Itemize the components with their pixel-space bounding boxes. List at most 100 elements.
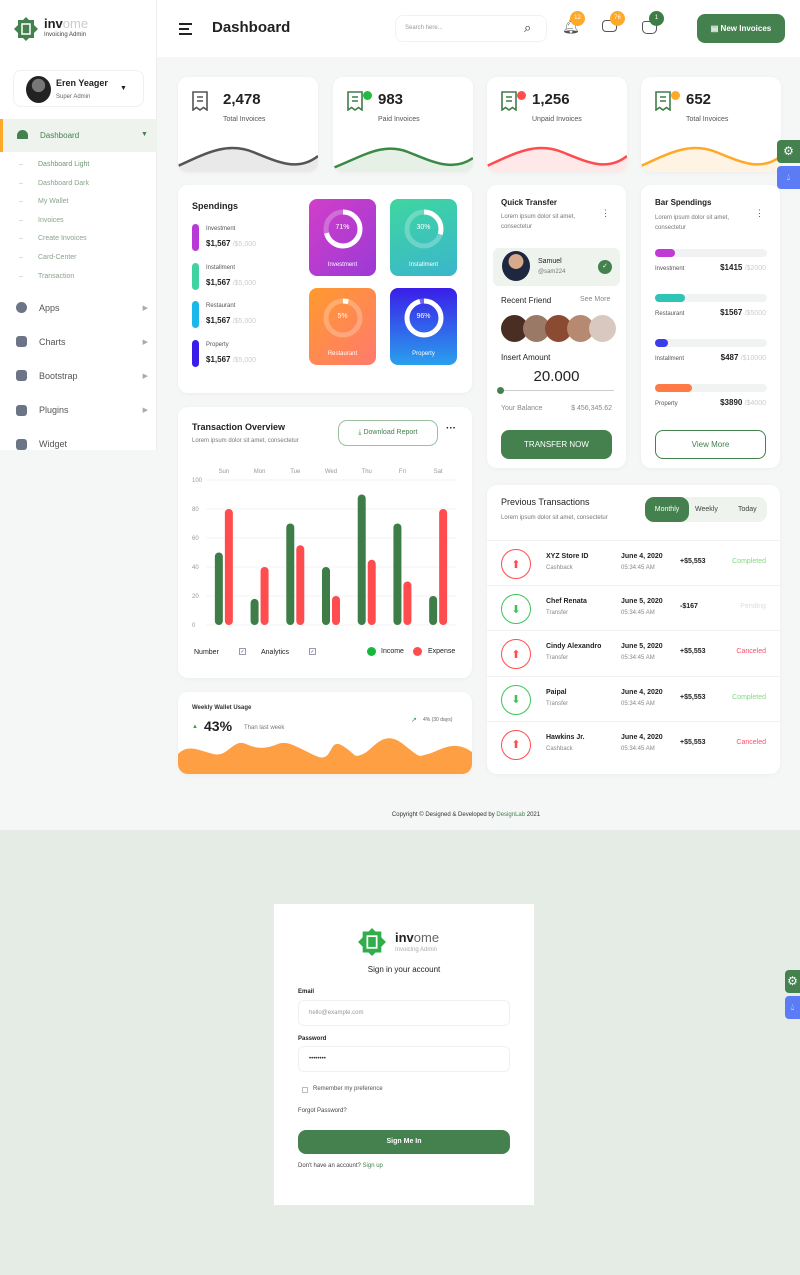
sidebar-subitem-label: Transaction bbox=[38, 272, 75, 280]
x-tick-label: Mon bbox=[254, 469, 266, 475]
bar-income bbox=[214, 552, 223, 625]
transaction-name: Paipal bbox=[546, 688, 567, 696]
transaction-status: Completed bbox=[732, 693, 766, 701]
dashboard-page: invome Invoicing Admin Eren Yeager Super… bbox=[0, 0, 800, 830]
receipt-icon bbox=[192, 91, 208, 111]
selected-contact[interactable]: Samuel @sam224 ✓ bbox=[493, 248, 620, 286]
search-input[interactable]: Search here... ⌕ bbox=[395, 15, 547, 42]
user-check-icon bbox=[16, 438, 27, 450]
tile-label: Installment bbox=[408, 262, 438, 268]
sidebar-item-bootstrap[interactable]: Bootstrap ▶ bbox=[16, 370, 148, 382]
spending-tile-restaurant[interactable]: 5% Restaurant bbox=[309, 288, 376, 365]
download-report-button[interactable]: ⤓ Download Report bbox=[338, 420, 438, 446]
remember-checkbox[interactable] bbox=[302, 1087, 308, 1093]
progress-fill bbox=[655, 249, 676, 257]
sidebar-item-apps[interactable]: Apps ▶ bbox=[16, 302, 148, 313]
tab-weekly[interactable]: Weekly bbox=[695, 497, 718, 522]
transaction-row[interactable]: ⬇ Paipal Transfer June 4, 2020 05:34:45 AM +$… bbox=[487, 675, 780, 721]
bar-spending-label: Investment bbox=[655, 266, 685, 272]
progress-track bbox=[655, 249, 767, 257]
more-horizontal-icon[interactable]: ··· bbox=[446, 423, 456, 434]
progress-track bbox=[655, 339, 767, 347]
transaction-time: 05:34:45 AM bbox=[621, 700, 655, 707]
signup-link[interactable]: Sign up bbox=[363, 1163, 383, 1169]
forgot-password-link[interactable]: Forgot Password? bbox=[298, 1108, 347, 1114]
spending-tile-investment[interactable]: 71% Investment bbox=[309, 199, 376, 276]
amount-slider[interactable] bbox=[497, 387, 614, 394]
stat-value: 652 bbox=[686, 91, 712, 108]
stat-wave bbox=[333, 147, 473, 172]
transaction-row[interactable]: ⬆ Hawkins Jr. Cashback June 4, 2020 05:34:45… bbox=[487, 720, 780, 766]
contact-name: Samuel bbox=[538, 258, 562, 265]
income-legend-label: Income bbox=[381, 648, 404, 655]
stat-label: Paid Invoices bbox=[378, 116, 420, 123]
sidebar-item-label: Dashboard bbox=[40, 131, 80, 140]
bar-expense bbox=[367, 559, 376, 625]
view-more-button[interactable]: View More bbox=[655, 430, 766, 459]
card-title: Quick Transfer bbox=[501, 198, 558, 207]
search-icon[interactable]: ⌕ bbox=[524, 20, 531, 36]
signup-prompt-text: Don't have an account? bbox=[298, 1163, 361, 1169]
spending-tile-installment[interactable]: 30% Installment bbox=[390, 199, 457, 276]
previous-transactions-card: Previous Transactions Lorem ipsum dolor … bbox=[487, 485, 780, 774]
theme-drop-icon[interactable]: 💧︎ bbox=[777, 166, 800, 189]
number-checkbox[interactable]: ✓ bbox=[239, 648, 246, 655]
transfer-now-button[interactable]: TRANSFER NOW bbox=[501, 430, 612, 459]
notification-badge: 12 bbox=[570, 11, 585, 26]
sidebar-item-charts[interactable]: Charts ▶ bbox=[16, 336, 148, 348]
slider-handle[interactable] bbox=[497, 387, 504, 394]
sidebar-item-plugins[interactable]: Plugins ▶ bbox=[16, 404, 148, 416]
spending-color-bar bbox=[192, 262, 199, 290]
y-tick-label: 80 bbox=[192, 507, 199, 513]
receipt-icon bbox=[501, 91, 517, 111]
spending-label: Property bbox=[206, 341, 229, 348]
transaction-status: Completed bbox=[732, 558, 766, 565]
stat-value: 2,478 bbox=[223, 91, 261, 108]
transaction-row[interactable]: ⬇ Chef Renata Transfer June 5, 2020 05:34:45… bbox=[487, 585, 780, 630]
email-field[interactable]: hello@example.com bbox=[298, 1000, 510, 1026]
transaction-amount: -$167 bbox=[680, 603, 698, 611]
amount-value[interactable]: 20.000 bbox=[487, 368, 626, 385]
sidebar-item-label: Charts bbox=[39, 336, 66, 347]
sidebar-item-dashboard[interactable]: Dashboard ▼ bbox=[0, 119, 157, 152]
transaction-amount: +$5,553 bbox=[680, 738, 706, 746]
transaction-row[interactable]: ⬆ XYZ Store ID Cashback June 4, 2020 05:34:4… bbox=[487, 540, 780, 585]
balance-label: Your Balance bbox=[501, 405, 543, 412]
progress-fill bbox=[655, 339, 669, 347]
user-profile-dropdown[interactable]: Eren Yeager Super Admin ▼ bbox=[13, 70, 144, 107]
more-vertical-icon[interactable]: ⋮ bbox=[601, 208, 610, 219]
transaction-row[interactable]: ⬆ Cindy Alexandro Transfer June 5, 2020 05:3… bbox=[487, 630, 780, 675]
settings-gear-icon[interactable]: ⚙ bbox=[777, 140, 800, 163]
tile-percent: 30% bbox=[416, 224, 431, 231]
menu-toggle-icon[interactable] bbox=[179, 23, 192, 35]
transaction-status: Canceled bbox=[736, 648, 766, 656]
tab-monthly[interactable]: Monthly bbox=[645, 497, 689, 522]
chevron-down-icon: ▼ bbox=[120, 85, 127, 92]
sidebar-item-widget[interactable]: Widget bbox=[16, 438, 148, 450]
designlab-link[interactable]: DesignLab bbox=[496, 812, 525, 818]
settings-gear-icon[interactable]: ⚙ bbox=[785, 970, 800, 993]
transaction-time: 05:34:45 AM bbox=[621, 655, 655, 662]
spending-tile-property[interactable]: 96% Property bbox=[390, 288, 457, 365]
bar-expense bbox=[439, 509, 448, 625]
theme-drop-icon[interactable]: 💧︎ bbox=[785, 996, 800, 1019]
bar-income bbox=[429, 596, 438, 625]
tab-today[interactable]: Today bbox=[738, 497, 757, 522]
wallet-area-chart bbox=[178, 738, 472, 774]
spending-value: $1,567 /$5,000 bbox=[206, 354, 257, 364]
friend-avatar[interactable] bbox=[589, 315, 616, 342]
bar-spending-value: $3890 /$4000 bbox=[720, 398, 766, 407]
stat-wave bbox=[487, 146, 627, 172]
stat-card: 1,256 Unpaid Invoices bbox=[487, 77, 627, 172]
user-name: Eren Yeager bbox=[56, 78, 108, 88]
bar-spending-value: $1567 /$5000 bbox=[720, 308, 766, 317]
sign-in-button[interactable]: Sign Me In bbox=[298, 1130, 510, 1154]
analytics-checkbox[interactable]: ✓ bbox=[309, 648, 316, 655]
more-vertical-icon[interactable]: ⋮ bbox=[755, 208, 764, 219]
password-field[interactable]: •••••••• bbox=[298, 1046, 510, 1072]
brand-name: invome bbox=[44, 16, 89, 31]
bar-expense bbox=[224, 509, 233, 625]
expense-legend-label: Expense bbox=[428, 648, 456, 655]
see-more-link[interactable]: See More bbox=[580, 296, 610, 303]
new-invoices-button[interactable]: ▤ New Invoices bbox=[697, 14, 785, 43]
